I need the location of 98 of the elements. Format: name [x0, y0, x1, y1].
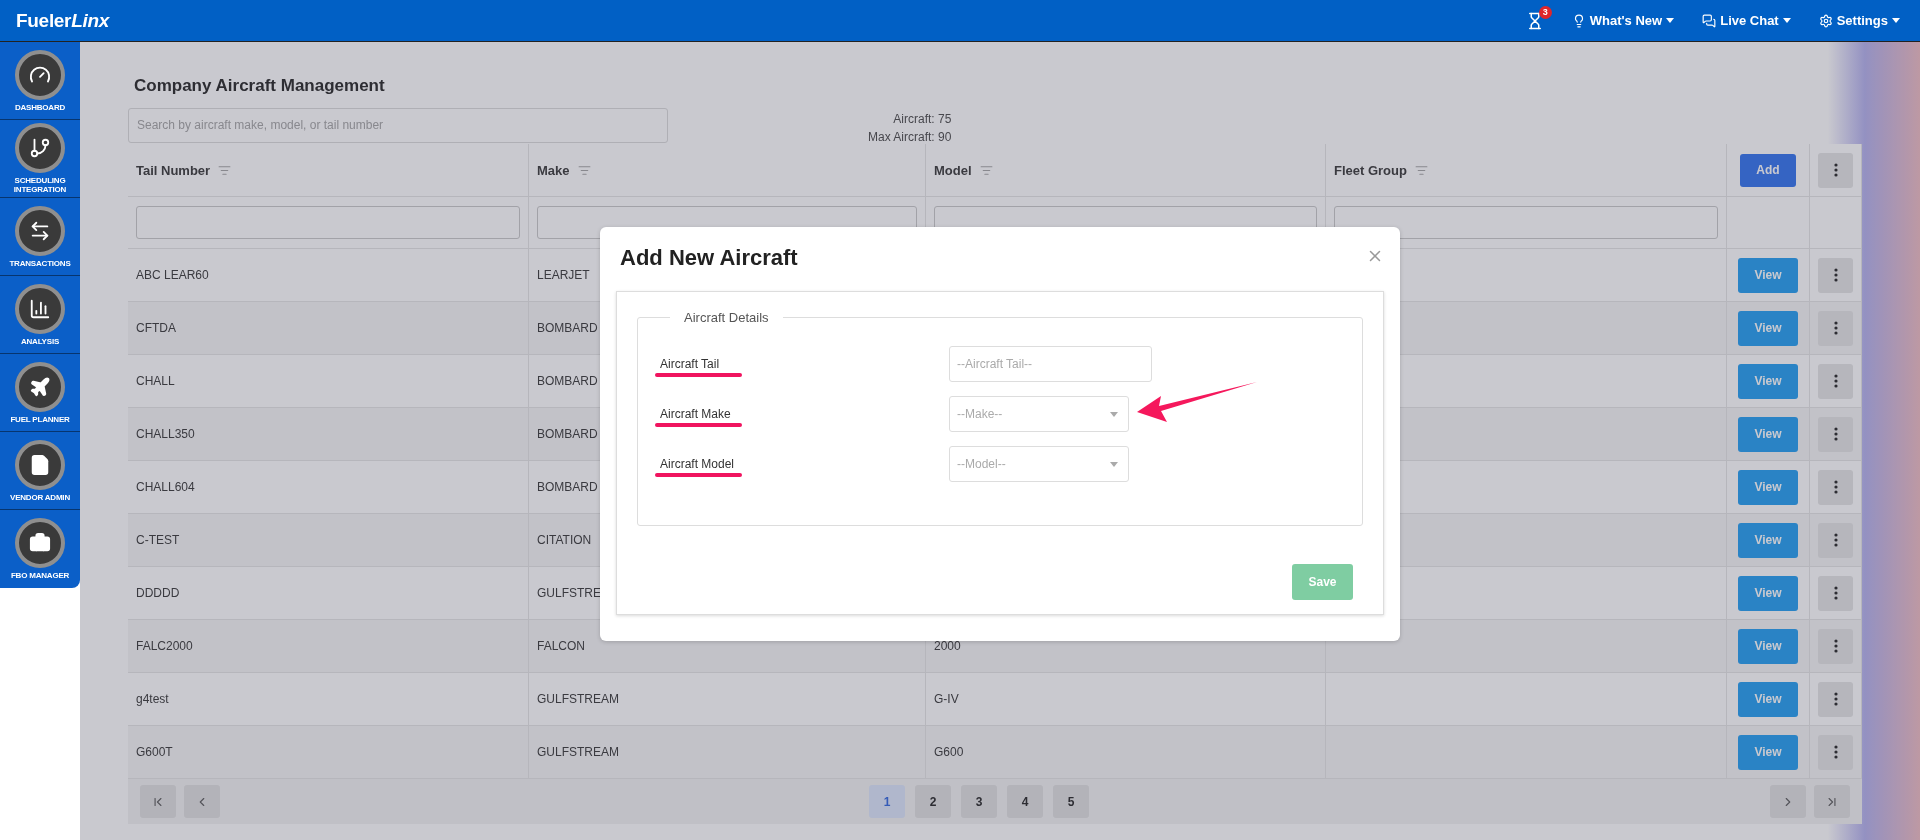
add-button[interactable]: Add — [1740, 153, 1796, 187]
column-title: Model — [934, 162, 972, 178]
table-cell: GULFSTREAM — [529, 673, 926, 726]
last-page-button[interactable] — [1814, 785, 1850, 818]
sidebar-item[interactable]: SCHEDULING INTEGRATION — [0, 120, 80, 198]
sort-icon[interactable] — [1414, 163, 1428, 177]
kebab-icon — [1833, 268, 1838, 282]
table-cell: CHALL — [128, 355, 529, 408]
caret-icon — [1666, 18, 1675, 23]
nav-menu[interactable]: Settings — [1818, 13, 1900, 28]
kebab-icon — [1833, 692, 1838, 706]
aircraft-count: Aircraft: 75 — [893, 112, 952, 126]
section-title: Aircraft Details — [683, 310, 770, 325]
filter-field[interactable] — [136, 206, 520, 239]
sidebar-item[interactable]: VENDOR ADMIN — [0, 432, 80, 510]
column-title: Make — [537, 162, 570, 178]
table-cell: G600 — [926, 726, 1326, 779]
kebab-icon — [1833, 745, 1838, 759]
sidebar-label: VENDOR ADMIN — [10, 492, 70, 502]
kebab-icon — [1833, 639, 1838, 653]
more-button[interactable] — [1818, 734, 1853, 770]
bar-chart-icon — [29, 297, 51, 320]
plane-icon — [29, 375, 51, 398]
chat-icon — [1702, 13, 1717, 28]
sidebar-label: FBO MANAGER — [10, 571, 70, 580]
table-cell: ABC LEAR60 — [128, 249, 529, 302]
sidebar-item[interactable]: TRANSACTIONS — [0, 198, 80, 276]
column-header[interactable]: Model — [926, 144, 1326, 197]
column-header[interactable]: Make — [529, 144, 926, 197]
table-cell: CHALL604 — [128, 461, 529, 514]
sidebar-label: DASHBOARD — [14, 102, 66, 112]
sidebar-item[interactable]: DASHBOARD — [0, 42, 80, 120]
caret-icon — [1110, 461, 1118, 467]
sidebar-item[interactable]: FUEL PLANNER — [0, 354, 80, 432]
fork-icon — [29, 137, 51, 159]
search-field[interactable]: Search by aircraft make, model, or tail number — [128, 107, 668, 143]
kebab-icon — [1833, 427, 1838, 441]
page-button[interactable]: 4 — [1007, 785, 1043, 818]
table-cell: DDDDD — [128, 567, 529, 620]
more-button[interactable] — [1818, 363, 1853, 399]
kebab-icon — [1833, 586, 1838, 600]
column-header[interactable]: Fleet Group — [1326, 144, 1727, 197]
sort-icon[interactable] — [979, 163, 993, 177]
sidebar-label: ANALYSIS — [20, 336, 60, 346]
table-cell: g4test — [128, 673, 529, 726]
page-button[interactable]: 1 — [869, 785, 905, 818]
kebab-icon — [1833, 321, 1838, 335]
more-button[interactable] — [1818, 681, 1853, 717]
sort-icon[interactable] — [218, 163, 232, 177]
arrows-icon — [29, 219, 51, 242]
table-cell: GULFSTREAM — [529, 726, 926, 779]
column-title: Fleet Group — [1334, 162, 1407, 178]
more-button[interactable] — [1818, 628, 1853, 664]
table-cell: G600T — [128, 726, 529, 779]
column-header[interactable]: Tail Number — [128, 144, 529, 197]
kebab-icon — [1833, 480, 1838, 494]
more-button[interactable] — [1818, 416, 1853, 452]
table-cell: CHALL350 — [128, 408, 529, 461]
settings-icon — [1818, 13, 1833, 28]
more-button[interactable] — [1818, 310, 1853, 346]
more-button[interactable] — [1818, 575, 1853, 611]
document-icon — [29, 453, 51, 476]
first-page-button[interactable] — [140, 785, 176, 818]
more-button[interactable] — [1818, 469, 1853, 505]
nav-menu[interactable]: What's New — [1571, 13, 1675, 28]
input-field[interactable]: --Aircraft Tail-- — [949, 346, 1152, 382]
filter-field[interactable] — [1334, 206, 1718, 239]
field-label: Aircraft Make — [659, 407, 731, 421]
column-title: Tail Number — [136, 162, 211, 178]
page-button[interactable]: 2 — [915, 785, 951, 818]
table-cell: FALC2000 — [128, 620, 529, 673]
briefcase-icon — [29, 532, 51, 554]
page-title: Company Aircraft Management — [134, 76, 386, 96]
table-cell: CFTDA — [128, 302, 529, 355]
nav-menu[interactable]: Live Chat — [1702, 13, 1791, 28]
sidebar-label: SCHEDULING INTEGRATION — [12, 176, 68, 194]
more-button[interactable] — [1818, 522, 1853, 558]
sidebar-item[interactable]: ANALYSIS — [0, 276, 80, 354]
brand-logo[interactable]: FuelerLinx — [16, 9, 110, 32]
sidebar-item[interactable]: FBO MANAGER — [0, 510, 80, 588]
caret-icon — [1110, 411, 1118, 417]
more-button[interactable] — [1818, 257, 1853, 293]
kebab-icon — [1833, 374, 1838, 388]
page-button[interactable]: 3 — [961, 785, 997, 818]
notification-badge: 3 — [1538, 5, 1552, 19]
kebab-icon — [1833, 163, 1838, 177]
page-button[interactable]: 5 — [1053, 785, 1089, 818]
kebab-icon — [1833, 533, 1838, 547]
caret-icon — [1892, 18, 1900, 23]
sidebar-label: FUEL PLANNER — [10, 414, 70, 424]
table-cell: C-TEST — [128, 514, 529, 567]
caret-icon — [1782, 18, 1791, 23]
field-label: Aircraft Tail — [659, 357, 720, 371]
table-cell: G-IV — [926, 673, 1326, 726]
sidebar-label: TRANSACTIONS — [9, 258, 71, 268]
more-button[interactable] — [1818, 152, 1853, 188]
sort-icon[interactable] — [577, 163, 591, 177]
aircraft-count: Max Aircraft: 90 — [868, 130, 952, 144]
